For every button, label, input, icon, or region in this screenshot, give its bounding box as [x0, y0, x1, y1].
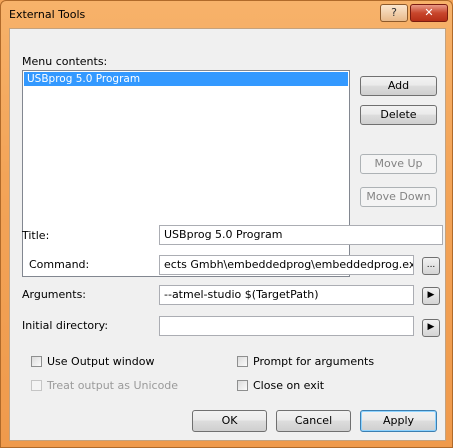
window-title: External Tools [9, 8, 86, 21]
ok-button[interactable]: OK [192, 410, 267, 432]
move-down-button[interactable]: Move Down [360, 187, 437, 207]
treat-output-unicode-checkbox[interactable] [31, 380, 42, 391]
initial-directory-label: Initial directory: [22, 319, 109, 332]
command-field[interactable]: ects Gmbh\embeddedprog\embeddedprog.exe [159, 255, 414, 275]
browse-button[interactable]: ... [422, 257, 440, 275]
add-button[interactable]: Add [360, 76, 437, 96]
treat-output-unicode-label: Treat output as Unicode [47, 379, 179, 392]
close-on-exit-checkbox[interactable] [237, 380, 248, 391]
cancel-button[interactable]: Cancel [276, 410, 351, 432]
prompt-for-arguments-checkbox[interactable] [237, 356, 248, 367]
prompt-for-arguments-label[interactable]: Prompt for arguments [253, 355, 374, 368]
arguments-field[interactable]: --atmel-studio $(TargetPath) [159, 285, 414, 305]
title-label: Title: [22, 229, 50, 242]
close-on-exit-label[interactable]: Close on exit [253, 379, 324, 392]
initial-directory-menu-arrow-icon[interactable]: ▶ [422, 319, 440, 337]
use-output-window-label[interactable]: Use Output window [47, 355, 155, 368]
dialog-window: External Tools ? ✕ Menu contents: USBpro… [0, 0, 453, 448]
close-button[interactable]: ✕ [410, 4, 448, 22]
help-button[interactable]: ? [380, 4, 408, 22]
menu-contents-label: Menu contents: [22, 55, 108, 68]
arguments-label: Arguments: [22, 288, 87, 301]
title-bar[interactable]: External Tools ? ✕ [1, 1, 452, 27]
title-field[interactable]: USBprog 5.0 Program [159, 225, 443, 245]
apply-button[interactable]: Apply [360, 410, 437, 432]
list-item[interactable]: USBprog 5.0 Program [24, 72, 348, 86]
menu-contents-list[interactable]: USBprog 5.0 Program [22, 70, 350, 277]
use-output-window-checkbox[interactable] [31, 356, 42, 367]
command-label: Command: [29, 258, 90, 271]
move-up-button[interactable]: Move Up [360, 154, 437, 174]
arguments-menu-arrow-icon[interactable]: ▶ [422, 287, 440, 305]
delete-button[interactable]: Delete [360, 105, 437, 125]
initial-directory-field[interactable] [159, 316, 414, 336]
